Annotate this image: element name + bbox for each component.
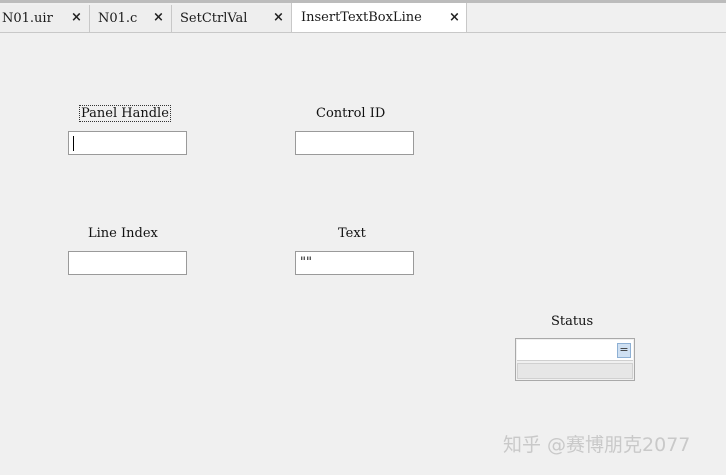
- tab-label: N01.c: [98, 11, 138, 26]
- tab-label: N01.uir: [2, 11, 53, 26]
- status-field: =: [517, 340, 633, 361]
- status-detail-field: [517, 363, 633, 379]
- line-index-input[interactable]: [68, 251, 187, 275]
- tab-n01-uir[interactable]: N01.uir ×: [0, 5, 90, 32]
- close-icon[interactable]: ×: [273, 10, 284, 25]
- control-id-input[interactable]: [295, 131, 414, 155]
- status-indicator: =: [515, 338, 635, 381]
- tab-strip-bottom-border: [0, 32, 726, 33]
- text-caret: [73, 136, 74, 151]
- control-id-label: Control ID: [316, 106, 386, 121]
- close-icon[interactable]: ×: [153, 10, 164, 25]
- line-index-label: Line Index: [88, 226, 158, 241]
- text-input[interactable]: "": [295, 251, 414, 275]
- panel-handle-input[interactable]: [68, 131, 187, 155]
- close-icon[interactable]: ×: [449, 10, 460, 25]
- text-value: "": [300, 255, 312, 270]
- tab-inserttextboxline[interactable]: InsertTextBoxLine ×: [291, 3, 467, 33]
- tab-setctrlval[interactable]: SetCtrlVal ×: [172, 5, 292, 32]
- text-label: Text: [338, 226, 366, 241]
- panel-handle-label: Panel Handle: [79, 105, 171, 122]
- tab-label: InsertTextBoxLine: [301, 10, 422, 25]
- tab-n01-c[interactable]: N01.c ×: [90, 5, 172, 32]
- tab-label: SetCtrlVal: [180, 11, 248, 26]
- tab-strip: N01.uir × N01.c × SetCtrlVal × InsertTex…: [0, 0, 726, 33]
- watermark: 知乎 @赛博朋克2077: [503, 434, 691, 456]
- status-label: Status: [551, 314, 594, 329]
- close-icon[interactable]: ×: [71, 10, 82, 25]
- status-menu-button[interactable]: =: [617, 343, 631, 358]
